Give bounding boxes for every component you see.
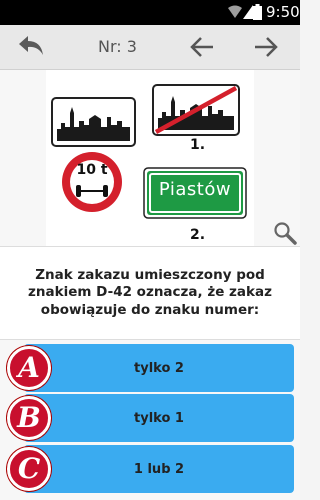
weight-limit-sign-graphic [62, 152, 122, 212]
clock: 9:50 [266, 3, 300, 21]
status-bar: 9:50 [0, 0, 300, 25]
answer-b-button[interactable]: tylko 1 [24, 394, 294, 442]
weight-limit-value: 10 t [76, 162, 108, 178]
answer-c-button[interactable]: 1 lub 2 [24, 445, 294, 493]
signal-icon [243, 5, 253, 19]
sign-1-label: 1. [190, 137, 206, 153]
answer-a-text: tylko 2 [134, 360, 184, 376]
question-text: Znak zakazu umieszczony pod znakiem D-42… [0, 246, 300, 340]
question-number: Nr: 3 [98, 37, 137, 56]
answer-b-text: tylko 1 [134, 410, 184, 426]
arrow-left-icon[interactable] [190, 36, 214, 58]
action-bar: Nr: 3 [0, 25, 300, 70]
built-up-area-sign [51, 97, 136, 147]
end-built-up-area-sign [152, 84, 240, 136]
arrow-right-icon[interactable] [254, 36, 278, 58]
answer-b-badge[interactable]: B [7, 396, 51, 440]
wifi-icon [228, 5, 242, 18]
answer-c-text: 1 lub 2 [133, 461, 185, 477]
back-icon[interactable] [18, 35, 44, 57]
question-image: 1. 10 t Piastów 2. [46, 70, 254, 247]
answer-c-badge[interactable]: C [7, 447, 51, 491]
weight-limit-sign: 10 t [60, 150, 124, 214]
content-area: 1. 10 t Piastów 2. Znak zakazu umieszczo… [0, 70, 300, 500]
battery-icon [253, 4, 262, 20]
answer-a-badge[interactable]: A [7, 346, 51, 390]
town-name-sign: Piastów [143, 167, 247, 219]
answer-a-button[interactable]: tylko 2 [24, 344, 294, 392]
town-name-text: Piastów [158, 179, 232, 200]
sign-2-label: 2. [190, 227, 206, 243]
search-icon[interactable] [273, 221, 297, 245]
